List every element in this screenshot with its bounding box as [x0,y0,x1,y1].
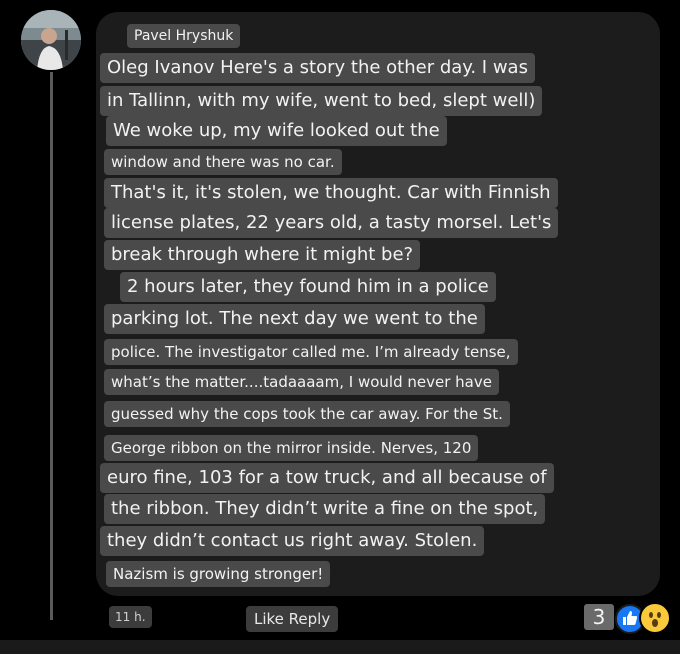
comment-line: what’s the matter....tadaaaam, I would n… [104,369,499,395]
comment-line: license plates, 22 years old, a tasty mo… [104,208,559,238]
comment-line: Oleg Ivanov Here's a story the other day… [100,53,535,83]
comment-line: the ribbon. They didn’t write a fine on … [104,494,546,524]
reaction-count[interactable]: 3 [584,604,614,630]
comment-line: guessed why the cops took the car away. … [104,401,510,427]
comment-line: That's it, it's stolen, we thought. Car … [104,178,558,208]
comment-line: We woke up, my wife looked out the [106,116,447,146]
comment-line: they didn’t contact us right away. Stole… [100,526,485,556]
comment-line: 2 hours later, they found him in a polic… [120,272,496,302]
comment-line: parking lot. The next day we went to the [104,304,485,334]
thread-line [50,72,53,620]
avatar[interactable] [21,10,81,70]
comment-line: in Tallinn, with my wife, went to bed, s… [100,86,543,116]
avatar-photo [21,10,81,70]
wow-face-icon [649,612,661,627]
bottom-bar [0,640,680,654]
comment-author[interactable]: Pavel Hryshuk [127,24,241,48]
comment-line: Nazism is growing stronger! [106,561,331,587]
comment-line: window and there was no car. [104,149,342,175]
comment-line: break through where it might be? [104,240,421,270]
comment-timestamp[interactable]: 11 h. [109,606,152,628]
comment-line: police. The investigator called me. I’m … [104,339,518,365]
like-reply-buttons[interactable]: Like Reply [246,606,339,632]
wow-icon[interactable] [639,602,671,634]
comment-line: euro fine, 103 for a tow truck, and all … [100,463,554,493]
comment-line: George ribbon on the mirror inside. Nerv… [104,435,479,461]
